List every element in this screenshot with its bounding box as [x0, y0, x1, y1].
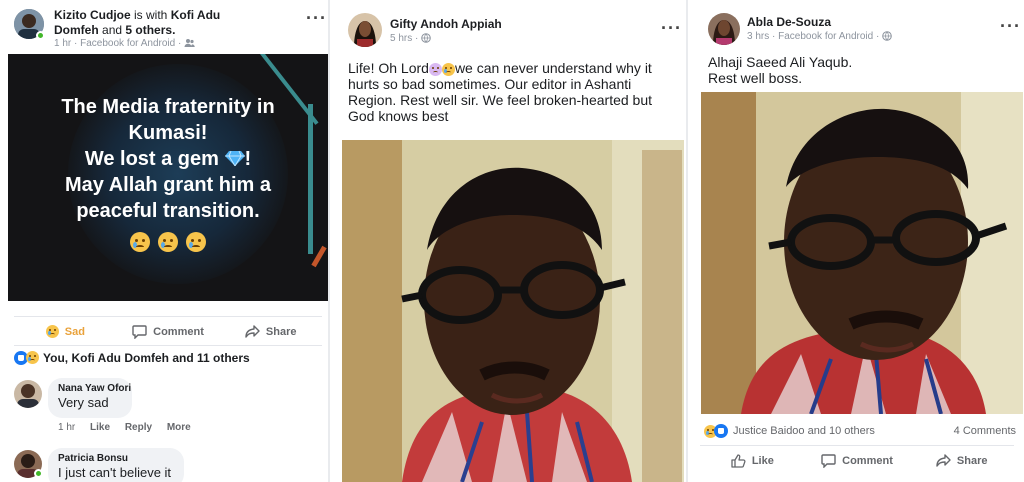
post-time[interactable]: 3 hrs — [747, 31, 769, 42]
post-kizito-cudjoe: Kizito Cudjoe is with Kofi Adu Domfeh an… — [0, 0, 330, 482]
comment-text: Very sad — [58, 395, 109, 410]
post-time[interactable]: 5 hrs — [390, 33, 412, 44]
share-button[interactable]: Share — [219, 324, 322, 339]
comment-label: Comment — [842, 454, 893, 467]
dizzy-face-icon — [428, 62, 442, 76]
post-actions: Sad Comment Share — [14, 316, 322, 346]
reactions-summary[interactable]: You, Kofi Adu Domfeh and 11 others — [14, 345, 322, 365]
comment-time: 1 hr — [58, 422, 76, 433]
caption-line: peaceful transition. — [76, 200, 260, 222]
comment-more-link[interactable]: More — [167, 422, 191, 433]
comment-like-link[interactable]: Like — [90, 422, 110, 433]
crying-face-icon — [158, 231, 178, 252]
share-icon — [936, 453, 951, 467]
post-actions: Like Comment Share — [700, 445, 1014, 475]
portrait-illustration — [342, 140, 684, 482]
comment-icon — [821, 453, 836, 468]
image-caption: The Media fraternity in Kumasi! We lost … — [8, 94, 328, 254]
post-abla-de-souza: Abla De-Souza 3 hrs · Facebook for Andro… — [690, 0, 1024, 482]
author-name[interactable]: Abla De-Souza — [747, 15, 831, 30]
gem-icon — [224, 150, 245, 167]
globe-icon — [882, 31, 892, 41]
post-header: Kizito Cudjoe is with Kofi Adu Domfeh an… — [0, 0, 328, 54]
globe-icon — [421, 33, 431, 43]
more-options-button[interactable]: ··· — [1000, 17, 1021, 35]
and-text: and — [102, 23, 123, 37]
portrait-illustration — [701, 92, 1023, 414]
caption-line: The Media fraternity in — [61, 96, 275, 118]
post-header: Gifty Andoh Appiah 5 hrs · ··· — [332, 0, 686, 54]
post-photo[interactable] — [342, 140, 684, 482]
post-meta: 5 hrs · — [390, 33, 431, 45]
tagged-others[interactable]: 5 others. — [125, 23, 175, 37]
caption-text: We lost a gem — [84, 148, 219, 170]
caption-line: Kumasi! — [128, 122, 208, 144]
friends-icon — [184, 39, 195, 47]
commenter-name[interactable]: Patricia Bonsu — [58, 453, 174, 465]
thumbs-up-icon — [731, 453, 746, 468]
comment-label: Comment — [153, 325, 204, 338]
comment-meta: 1 hr Like Reply More — [58, 422, 203, 433]
with-text: is with — [134, 8, 168, 22]
post-gifty-andoh-appiah: Gifty Andoh Appiah 5 hrs · ··· Life! Oh … — [332, 0, 688, 482]
online-indicator — [36, 31, 45, 40]
crying-emoji-row — [8, 228, 328, 254]
online-indicator — [34, 469, 43, 478]
commenter-name[interactable]: Nana Yaw Ofori — [58, 383, 131, 395]
post-source: Facebook for Android — [80, 38, 176, 49]
post-author-line: Kizito Cudjoe is with Kofi Adu Domfeh an… — [54, 8, 264, 38]
share-label: Share — [956, 454, 988, 467]
post-text: Alhaji Saeed Ali Yaqub. Rest well boss. — [708, 54, 1008, 86]
post-stats: Justice Baidoo and 10 others 4 Comments — [704, 420, 1016, 442]
comment-icon — [132, 324, 147, 339]
post-image[interactable]: The Media fraternity in Kumasi! We lost … — [8, 54, 328, 301]
comment-button[interactable]: Comment — [117, 324, 220, 339]
post-photo[interactable] — [701, 92, 1023, 414]
post-time[interactable]: 1 hr — [54, 38, 71, 49]
comment-bubble: Patricia Bonsu I just can't believe it — [48, 448, 184, 482]
post-meta: 1 hr · Facebook for Android · — [54, 38, 195, 50]
sad-label: Sad — [64, 325, 85, 338]
post-text-part: Life! Oh Lord — [348, 60, 429, 76]
avatar[interactable] — [708, 13, 740, 45]
like-label: Like — [751, 454, 774, 467]
reactions-text: You, Kofi Adu Domfeh and 11 others — [43, 350, 250, 365]
crying-face-icon — [130, 231, 151, 252]
caption-line: We lost a gem ! — [8, 146, 328, 172]
more-options-button[interactable]: ··· — [661, 19, 682, 37]
post-meta: 3 hrs · Facebook for Android · — [747, 31, 892, 43]
commenter-avatar[interactable] — [14, 380, 42, 408]
comment-bubble: Nana Yaw Ofori Very sad — [48, 378, 132, 418]
sad-badge-icon — [26, 351, 39, 364]
reactions-text[interactable]: Justice Baidoo and 10 others — [733, 425, 954, 437]
sad-face-icon — [45, 325, 59, 338]
post-text-line: Rest well boss. — [708, 70, 803, 86]
comment-text: I just can't believe it — [58, 465, 172, 480]
sad-reaction-button[interactable]: Sad — [14, 325, 117, 338]
post-text-line: Alhaji Saeed Ali Yaqub. — [708, 54, 853, 70]
share-button[interactable]: Share — [909, 453, 1014, 468]
comments-count-link[interactable]: 4 Comments — [954, 425, 1016, 437]
author-name[interactable]: Gifty Andoh Appiah — [390, 17, 502, 32]
share-label: Share — [265, 325, 297, 338]
avatar[interactable] — [348, 13, 382, 47]
author-name[interactable]: Kizito Cudjoe — [54, 8, 131, 22]
crying-face-icon — [441, 62, 455, 76]
like-badge-icon — [714, 424, 728, 438]
share-icon — [245, 324, 260, 338]
comment-reply-link[interactable]: Reply — [125, 422, 152, 433]
post-text: Life! Oh Lord we can never understand why… — [348, 60, 682, 124]
caption-text: ! — [244, 148, 252, 170]
caption-line: May Allah grant him a — [65, 174, 271, 196]
more-options-button[interactable]: ··· — [306, 9, 327, 27]
crying-face-icon — [185, 231, 206, 252]
like-button[interactable]: Like — [700, 453, 805, 468]
post-header: Abla De-Souza 3 hrs · Facebook for Andro… — [690, 0, 1024, 54]
comment-button[interactable]: Comment — [805, 453, 910, 468]
post-source: Facebook for Android — [778, 31, 874, 42]
